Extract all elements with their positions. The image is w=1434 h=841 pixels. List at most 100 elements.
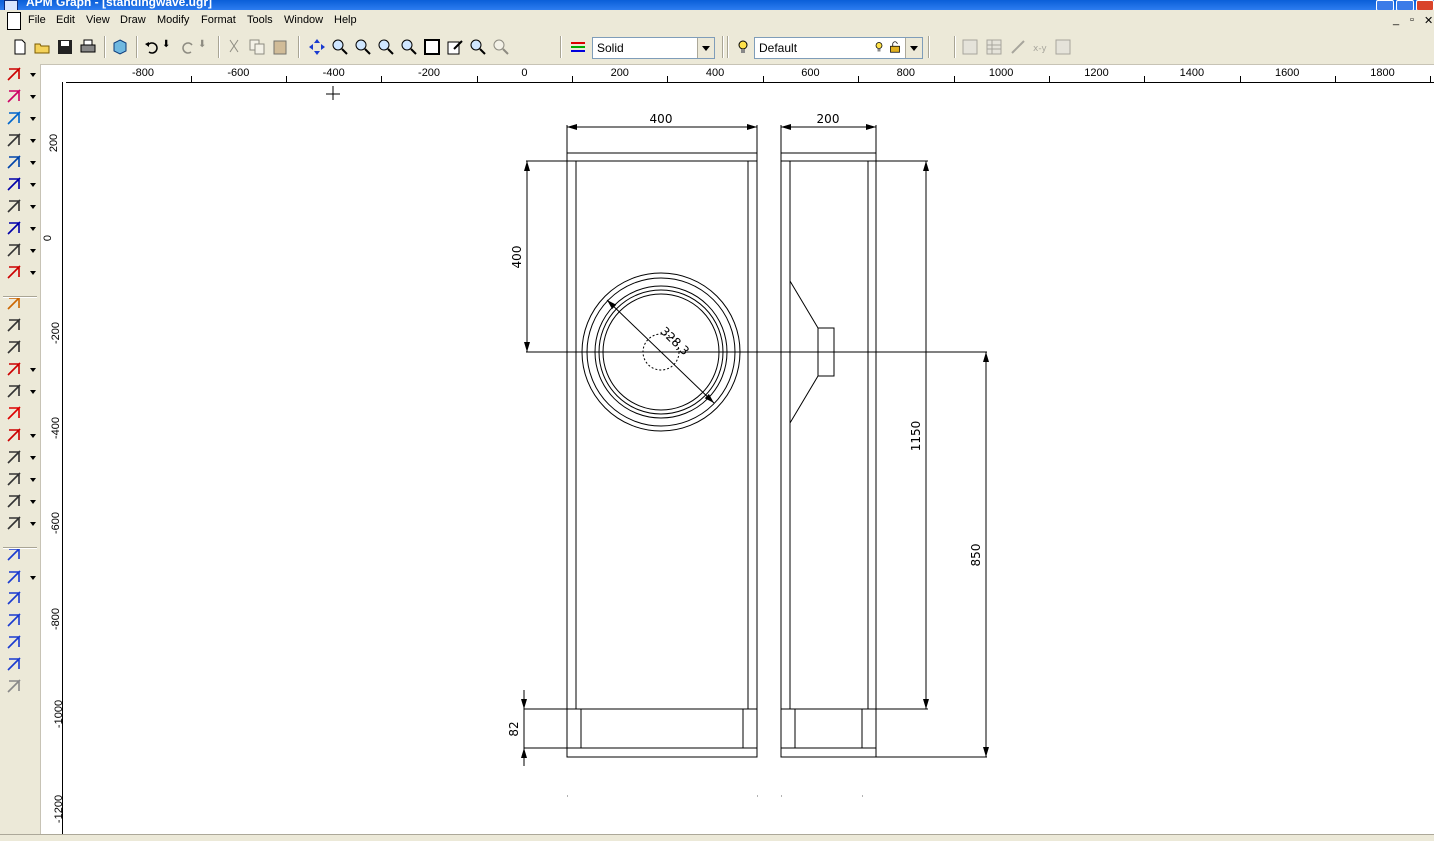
zoom-extents-icon[interactable] bbox=[493, 39, 509, 55]
chevron-down-icon[interactable] bbox=[30, 95, 36, 99]
chevron-down-icon[interactable] bbox=[30, 576, 36, 580]
snap-cylinder-icon[interactable] bbox=[6, 678, 22, 694]
zoom-previous-icon[interactable] bbox=[470, 39, 486, 55]
redo-dropdown-icon[interactable]: ⬇ bbox=[198, 39, 214, 55]
offset-tool-icon[interactable] bbox=[6, 493, 22, 509]
paste-icon[interactable] bbox=[272, 39, 288, 55]
chevron-down-icon[interactable] bbox=[30, 456, 36, 460]
zoom-out-icon[interactable] bbox=[401, 39, 417, 55]
pan-icon[interactable] bbox=[309, 39, 325, 55]
mirror-tool-icon[interactable] bbox=[6, 361, 22, 377]
chevron-down-icon[interactable] bbox=[30, 271, 36, 275]
line-style-icon[interactable] bbox=[570, 39, 586, 55]
undo-icon[interactable] bbox=[144, 39, 160, 55]
coordinates-icon[interactable]: x-y bbox=[1032, 39, 1048, 55]
snap-arc-icon[interactable] bbox=[6, 569, 22, 585]
layer-bulb-icon[interactable] bbox=[735, 39, 751, 55]
block-tool-icon[interactable] bbox=[6, 242, 22, 258]
ruler-tick bbox=[572, 76, 574, 82]
point-tool-icon[interactable] bbox=[6, 132, 22, 148]
break-tool-icon[interactable] bbox=[6, 471, 22, 487]
chevron-down-icon[interactable] bbox=[30, 249, 36, 253]
zoom-window-icon[interactable] bbox=[378, 39, 394, 55]
ruler-tick bbox=[190, 76, 192, 82]
arc-tool-icon[interactable] bbox=[6, 88, 22, 104]
zoom-all-icon[interactable] bbox=[424, 39, 440, 55]
grid-icon[interactable] bbox=[962, 39, 978, 55]
menu-window[interactable]: Window bbox=[284, 14, 323, 26]
menu-draw[interactable]: Draw bbox=[120, 14, 146, 26]
chevron-down-icon[interactable] bbox=[30, 205, 36, 209]
copy-icon[interactable] bbox=[249, 39, 265, 55]
chevron-down-icon[interactable] bbox=[30, 183, 36, 187]
menu-help[interactable]: Help bbox=[334, 14, 357, 26]
snap-dimension-icon[interactable] bbox=[6, 634, 22, 650]
scale-tool-icon[interactable] bbox=[6, 515, 22, 531]
chevron-down-icon[interactable] bbox=[30, 139, 36, 143]
menu-view[interactable]: View bbox=[86, 14, 110, 26]
table-icon[interactable] bbox=[986, 39, 1002, 55]
crosshair-cursor bbox=[326, 86, 340, 100]
chevron-down-icon[interactable] bbox=[905, 38, 922, 58]
undo-dropdown-icon[interactable]: ⬇ bbox=[162, 39, 178, 55]
ruler-tick bbox=[476, 76, 478, 82]
menu-tools[interactable]: Tools bbox=[247, 14, 273, 26]
chevron-down-icon[interactable] bbox=[30, 522, 36, 526]
text-tool-icon[interactable] bbox=[6, 176, 22, 192]
cad-drawing[interactable]: 400 200 400 328,3 1150 850 82 bbox=[63, 83, 1434, 834]
chevron-down-icon[interactable] bbox=[30, 227, 36, 231]
extend-tool-icon[interactable] bbox=[6, 449, 22, 465]
cut-icon[interactable] bbox=[226, 39, 242, 55]
drawing-canvas[interactable]: 400 200 400 328,3 1150 850 82 bbox=[63, 83, 1434, 834]
chevron-down-icon[interactable] bbox=[30, 161, 36, 165]
trim-tool-icon[interactable] bbox=[6, 427, 22, 443]
chevron-down-icon[interactable] bbox=[30, 368, 36, 372]
snap-icon[interactable] bbox=[1010, 39, 1026, 55]
hatch-tool-icon[interactable] bbox=[6, 198, 22, 214]
new-file-icon[interactable] bbox=[12, 39, 28, 55]
line-style-select[interactable]: Solid bbox=[592, 37, 715, 59]
chevron-down-icon[interactable] bbox=[30, 390, 36, 394]
snap-parallel-icon[interactable] bbox=[6, 612, 22, 628]
save-icon[interactable] bbox=[57, 39, 73, 55]
zoom-realtime-icon[interactable] bbox=[355, 39, 371, 55]
mdi-close-icon[interactable]: ✕ bbox=[1424, 14, 1433, 27]
rotate-tool-icon[interactable] bbox=[6, 339, 22, 355]
ruler-tick bbox=[762, 76, 764, 82]
menu-file[interactable]: File bbox=[28, 14, 46, 26]
print-icon[interactable] bbox=[80, 39, 96, 55]
chevron-down-icon[interactable] bbox=[697, 38, 714, 58]
menu-modify[interactable]: Modify bbox=[157, 14, 189, 26]
delete-icon[interactable] bbox=[6, 405, 22, 421]
array-tool-icon[interactable] bbox=[6, 383, 22, 399]
layer-lock-icon[interactable] bbox=[889, 41, 901, 53]
ellipse-tool-icon[interactable] bbox=[6, 154, 22, 170]
ruler-tick-label: -800 bbox=[50, 607, 63, 630]
chevron-down-icon[interactable] bbox=[30, 478, 36, 482]
ruler-tick bbox=[667, 76, 669, 82]
menu-edit[interactable]: Edit bbox=[56, 14, 75, 26]
menu-format[interactable]: Format bbox=[201, 14, 236, 26]
color-fill-tool-icon[interactable] bbox=[6, 264, 22, 280]
layer-visible-bulb-icon[interactable] bbox=[873, 40, 885, 54]
move-tool-icon[interactable] bbox=[6, 317, 22, 333]
redo-icon[interactable] bbox=[180, 39, 196, 55]
open-folder-icon[interactable] bbox=[34, 39, 50, 55]
snap-center-icon[interactable] bbox=[6, 590, 22, 606]
chevron-down-icon[interactable] bbox=[30, 73, 36, 77]
layer-select[interactable]: Default bbox=[754, 37, 923, 59]
chevron-down-icon[interactable] bbox=[30, 434, 36, 438]
chevron-down-icon[interactable] bbox=[30, 117, 36, 121]
properties-icon[interactable] bbox=[447, 39, 463, 55]
calculator-icon[interactable] bbox=[1055, 39, 1071, 55]
mdi-minimize-icon[interactable]: _ bbox=[1393, 14, 1399, 26]
spline-tool-icon[interactable] bbox=[6, 110, 22, 126]
mdi-restore-icon[interactable]: ▫ bbox=[1410, 14, 1414, 26]
chevron-down-icon[interactable] bbox=[30, 500, 36, 504]
line-tool-icon[interactable] bbox=[6, 66, 22, 82]
snap-chain-icon[interactable] bbox=[6, 656, 22, 672]
dimension-tool-icon[interactable] bbox=[6, 220, 22, 236]
3d-view-icon[interactable] bbox=[112, 39, 128, 55]
document-icon[interactable] bbox=[7, 12, 21, 30]
zoom-in-icon[interactable] bbox=[332, 39, 348, 55]
